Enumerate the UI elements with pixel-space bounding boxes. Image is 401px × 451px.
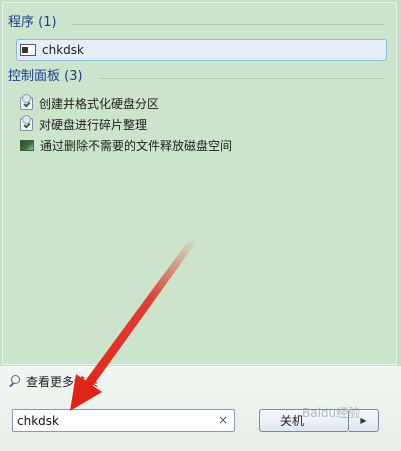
control-panel-item-label: 对硬盘进行碎片整理 [39,117,148,132]
programs-group-divider [72,24,384,25]
programs-group-heading: 程序 (1) [8,15,57,30]
chevron-right-icon: ▶ [360,416,367,425]
search-icon [8,374,22,388]
program-result-label: chkdsk [42,43,84,57]
control-panel-tool-icon [20,93,33,110]
control-panel-item-defragment[interactable]: 对硬盘进行碎片整理 [20,114,148,133]
control-panel-group-heading: 控制面板 (3) [8,69,83,84]
control-panel-group-divider [99,78,384,79]
see-more-results-link[interactable]: 查看更多结果 [8,372,98,390]
search-input[interactable] [17,412,207,429]
watermark-text: Baidu经验 [302,406,361,420]
control-panel-item-partition[interactable]: 创建并格式化硬盘分区 [20,93,160,112]
see-more-results-label: 查看更多结果 [26,374,99,389]
control-panel-item-label: 通过删除不需要的文件释放磁盘空间 [40,138,233,153]
command-prompt-icon [20,44,36,56]
shutdown-button-label: 关机 [280,414,305,428]
control-panel-item-disk-cleanup[interactable]: 通过删除不需要的文件释放磁盘空间 [20,136,232,154]
disk-cleanup-icon [20,139,34,151]
program-result-chkdsk[interactable]: chkdsk [20,41,84,59]
control-panel-item-label: 创建并格式化硬盘分区 [39,96,160,111]
control-panel-tool-icon [20,114,33,131]
clear-search-icon[interactable]: × [218,413,228,428]
search-box[interactable]: × [12,409,235,432]
